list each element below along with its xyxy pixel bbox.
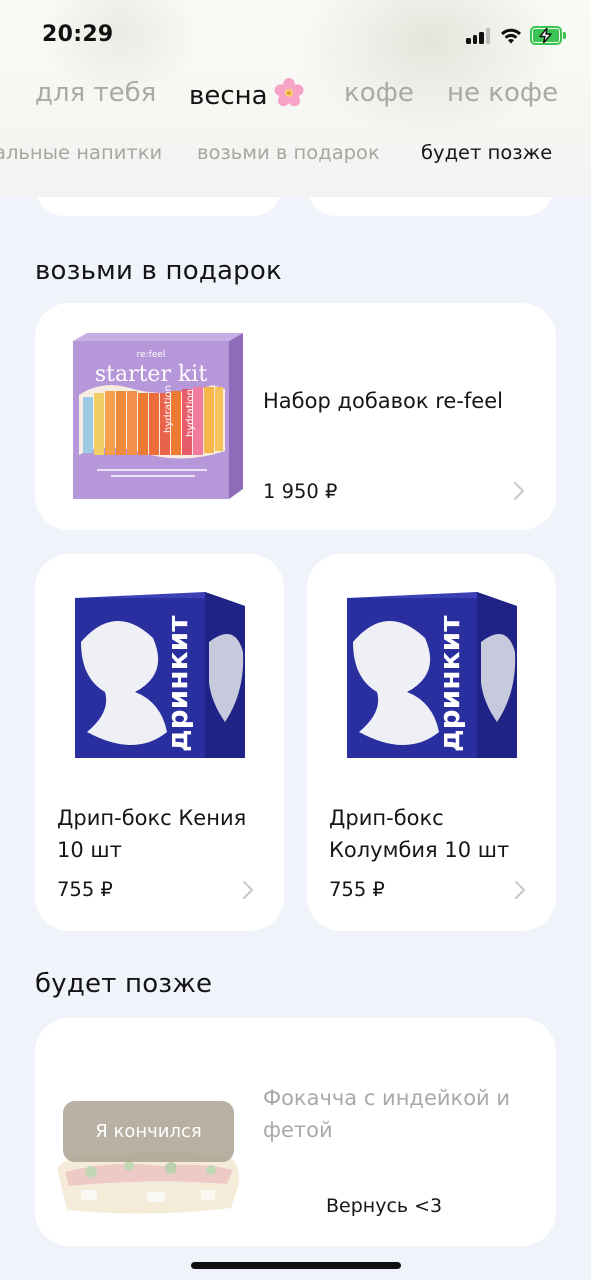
section-title-gift: возьми в подарок (35, 256, 282, 286)
chevron-right-icon (515, 881, 525, 899)
tab-for-you[interactable]: для тебя (35, 78, 156, 108)
tab-spring[interactable]: весна (189, 78, 304, 111)
kit-stick-label: hydration (163, 385, 174, 433)
product-name-line1: Дрип-бокс Кения (57, 806, 247, 830)
sold-out-badge: Я кончился (63, 1101, 234, 1162)
box-brand: дринкит (433, 615, 466, 752)
box-brand: дринкит (161, 615, 194, 752)
product-name-line1: Фокачча с индейкой и (263, 1086, 511, 1110)
top-header: 20:29 для тебя весна кофе не кофе альные… (0, 0, 591, 197)
product-card-drip-kenya[interactable]: дринкит Дрип-бокс Кения 10 шт 755 ₽ (35, 554, 284, 931)
product-price: 755 ₽ (329, 878, 385, 901)
subtab-later[interactable]: будет позже (421, 141, 552, 164)
product-price: 1 950 ₽ (263, 480, 338, 503)
status-time: 20:29 (42, 22, 114, 47)
tab-not-coffee[interactable]: не кофе (447, 78, 558, 108)
product-price: 755 ₽ (57, 878, 113, 901)
kit-title: starter kit (95, 362, 208, 387)
home-indicator[interactable] (191, 1262, 401, 1269)
chevron-right-icon (514, 482, 524, 500)
starter-kit-image: hydration hydration re:feel starter kit (73, 333, 243, 499)
wifi-icon (501, 28, 521, 44)
kit-brand: re:feel (137, 350, 166, 360)
subtab-gift[interactable]: возьми в подарок (197, 141, 380, 164)
section-subtabs: альные напитки возьми в подарок будет по… (0, 141, 591, 171)
tab-spring-label: весна (189, 81, 268, 111)
section-title-later: будет позже (35, 969, 213, 999)
subtab-drinks[interactable]: альные напитки (0, 141, 162, 164)
product-name-line2: фетой (263, 1118, 333, 1142)
status-bar: 20:29 (0, 0, 591, 70)
drinkit-box-image: дринкит (75, 592, 245, 758)
product-name-line2: 10 шт (57, 838, 122, 862)
product-card-drip-colombia[interactable]: дринкит Дрип-бокс Колумбия 10 шт 755 ₽ (307, 554, 556, 931)
product-name-line2: Колумбия 10 шт (329, 838, 510, 862)
tab-coffee[interactable]: кофе (344, 78, 414, 108)
signal-icon (466, 28, 490, 44)
battery-charging-icon (530, 26, 566, 45)
product-name: Набор добавок re-feel (263, 389, 503, 413)
product-card-kit[interactable]: hydration hydration re:feel starter kit … (35, 303, 556, 530)
return-note: Вернусь <3 (326, 1195, 443, 1217)
chevron-right-icon (243, 881, 253, 899)
product-name-line1: Дрип-бокс (329, 806, 444, 830)
kit-stick-label: hydration (185, 389, 196, 437)
drinkit-box-image: дринкит (347, 592, 517, 758)
cherry-blossom-icon (274, 78, 304, 107)
category-tabs: для тебя весна кофе не кофе (0, 78, 591, 122)
